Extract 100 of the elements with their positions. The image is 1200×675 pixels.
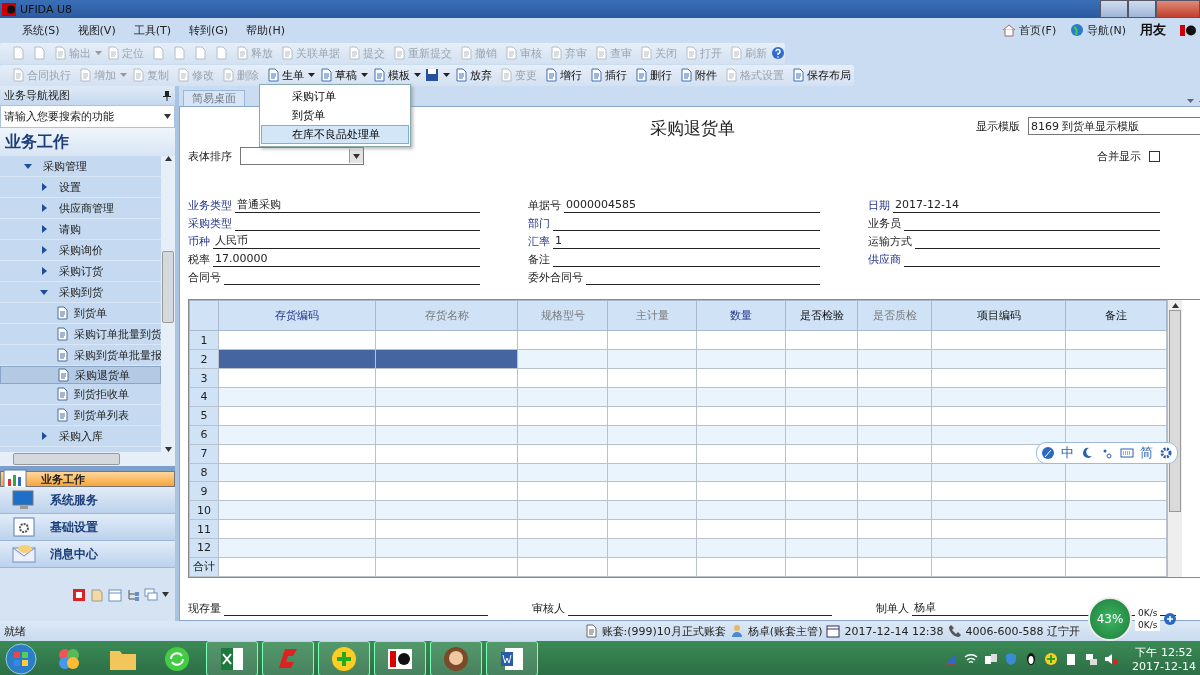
table-cell[interactable]: [857, 481, 932, 501]
table-cell[interactable]: [218, 444, 376, 464]
start-button[interactable]: [2, 641, 40, 675]
nav-button[interactable]: 基础设置: [0, 514, 175, 541]
dropdown-arrow-icon[interactable]: [361, 72, 368, 78]
collapsed-arrow-icon[interactable]: [40, 432, 48, 440]
menu-item[interactable]: 帮助(H): [238, 20, 293, 40]
dropdown-arrow-icon[interactable]: [443, 72, 450, 78]
table-cell[interactable]: [696, 519, 786, 539]
scrollbar[interactable]: [161, 156, 175, 452]
menu-item[interactable]: 采购订单: [261, 87, 409, 106]
table-cell[interactable]: [1065, 519, 1167, 539]
table-cell[interactable]: [696, 330, 786, 350]
clock-date[interactable]: 2017-12-14: [1132, 659, 1196, 673]
input-field[interactable]: 0000004585: [564, 198, 820, 213]
table-cell[interactable]: [607, 444, 697, 464]
toolbar-button[interactable]: 保存布局: [788, 66, 854, 84]
table-cell[interactable]: [696, 481, 786, 501]
table-cell[interactable]: [218, 406, 376, 426]
input-field[interactable]: 普通采购: [235, 198, 480, 213]
toolbar-button[interactable]: 草稿: [316, 66, 360, 84]
table-cell[interactable]: [1065, 330, 1167, 350]
column-header[interactable]: 是否检验: [785, 300, 858, 331]
scrollbar[interactable]: [1167, 300, 1182, 577]
tab[interactable]: 简易桌面: [183, 90, 245, 106]
table-cell[interactable]: [931, 519, 1066, 539]
column-header[interactable]: 存货编码: [218, 300, 376, 331]
shield-icon[interactable]: [1004, 651, 1019, 666]
ime-script[interactable]: 简: [1140, 444, 1153, 462]
scroll-down-arrow-icon[interactable]: [164, 447, 172, 452]
table-cell[interactable]: [785, 406, 858, 426]
scroll-thumb[interactable]: [162, 251, 174, 323]
table-cell[interactable]: [517, 368, 608, 388]
table-cell[interactable]: [785, 519, 858, 539]
table-cell[interactable]: [375, 330, 518, 350]
devices-icon[interactable]: [984, 651, 999, 666]
menu-item[interactable]: 转到(G): [181, 20, 237, 40]
table-cell[interactable]: [607, 519, 697, 539]
dropdown-arrow-icon[interactable]: [162, 592, 169, 597]
column-header[interactable]: 项目编码: [931, 300, 1066, 331]
nav-button[interactable]: 业务工作: [0, 471, 175, 487]
table-cell[interactable]: [607, 330, 697, 350]
table-cell[interactable]: [375, 519, 518, 539]
table-cell[interactable]: [931, 330, 1066, 350]
table-cell[interactable]: [375, 406, 518, 426]
plus-icon[interactable]: [1044, 651, 1059, 666]
spreadsheet-icon[interactable]: [219, 645, 245, 672]
calendar-icon[interactable]: [108, 587, 122, 602]
tree-item[interactable]: 采购退货单: [0, 366, 161, 384]
checkbox[interactable]: [1149, 150, 1160, 162]
table-cell[interactable]: [785, 481, 858, 501]
table-cell[interactable]: [931, 481, 1066, 501]
dropdown-arrow-icon[interactable]: [164, 114, 171, 119]
table-cell[interactable]: [857, 330, 932, 350]
document-icon[interactable]: [499, 645, 525, 672]
toolbar-button[interactable]: 模板: [369, 66, 413, 84]
table-cell[interactable]: [785, 444, 858, 464]
table-cell[interactable]: [607, 481, 697, 501]
table-cell[interactable]: [1065, 406, 1167, 426]
toolbar-button[interactable]: 增行: [541, 66, 585, 84]
menu-item[interactable]: 在库不良品处理单: [261, 125, 409, 144]
dropdown-arrow-icon[interactable]: [414, 72, 421, 78]
home-link[interactable]: 首页(F): [1002, 22, 1057, 38]
keyboard-icon[interactable]: [1120, 446, 1134, 460]
table-cell[interactable]: [218, 330, 376, 350]
table-cell[interactable]: [696, 406, 786, 426]
collapsed-arrow-icon[interactable]: [40, 225, 48, 233]
menu-item[interactable]: 系统(S): [14, 20, 68, 40]
table-cell[interactable]: [1065, 481, 1167, 501]
scroll-thumb[interactable]: [13, 453, 120, 465]
input-field[interactable]: 人民币: [213, 234, 480, 249]
ime-mode[interactable]: 中: [1061, 444, 1074, 462]
scroll-up-arrow-icon[interactable]: [1171, 303, 1179, 308]
table-cell[interactable]: [375, 368, 518, 388]
speaker-muted-icon[interactable]: [1104, 651, 1119, 666]
home-icon[interactable]: [1002, 23, 1017, 37]
collapsed-arrow-icon[interactable]: [40, 183, 48, 191]
tree-item[interactable]: 采购订单批量到货: [0, 324, 161, 345]
search-field[interactable]: 请输入您要搜索的功能: [0, 105, 175, 128]
feather-icon[interactable]: [1041, 446, 1055, 460]
table-cell[interactable]: [607, 406, 697, 426]
globe-icon[interactable]: [1070, 23, 1085, 37]
collapsed-arrow-icon[interactable]: [40, 267, 48, 275]
table-cell[interactable]: [785, 330, 858, 350]
table-cell[interactable]: [517, 444, 608, 464]
input-field[interactable]: 17.00000: [213, 252, 480, 267]
table-cell[interactable]: [607, 368, 697, 388]
tree-item[interactable]: 到货单: [0, 303, 161, 324]
toolbar-button[interactable]: 生单: [263, 66, 307, 84]
tree-item[interactable]: 到货拒收单: [0, 384, 161, 405]
table-cell[interactable]: [857, 368, 932, 388]
table-cell[interactable]: [218, 481, 376, 501]
collapsed-arrow-icon[interactable]: [40, 246, 48, 254]
maximize-button[interactable]: [1128, 0, 1156, 18]
save-icon[interactable]: [425, 68, 439, 82]
wifi-icon[interactable]: [964, 651, 979, 666]
column-header[interactable]: 数量: [696, 300, 786, 331]
avatar-icon[interactable]: [443, 645, 469, 672]
table-cell[interactable]: [218, 519, 376, 539]
toolbar-button[interactable]: 放弃: [451, 66, 495, 84]
